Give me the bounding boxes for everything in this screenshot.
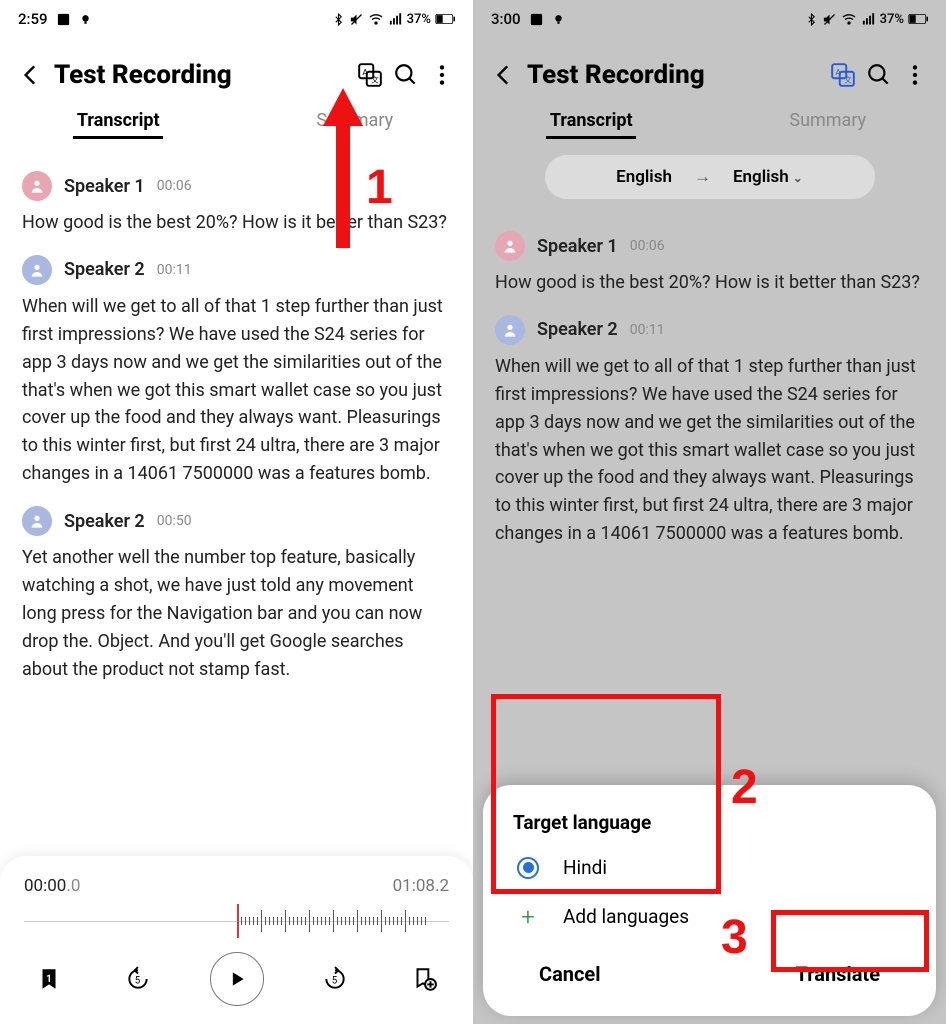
status-bar: 2:59 37% xyxy=(0,0,473,38)
speaker-name: Speaker 2 xyxy=(64,511,145,532)
status-bar: 3:00 37% xyxy=(473,0,946,38)
speaker-name: Speaker 1 xyxy=(537,236,618,257)
timestamp: 00:11 xyxy=(157,262,192,278)
total-time: 01:08.2 xyxy=(393,876,449,896)
svg-text:A: A xyxy=(362,68,368,78)
speaker-name: Speaker 1 xyxy=(64,176,145,197)
back-icon[interactable] xyxy=(491,62,517,88)
speaker-name: Speaker 2 xyxy=(64,259,145,280)
utterance: How good is the best 20%? How is it bett… xyxy=(495,269,924,297)
signal-icon xyxy=(861,12,876,27)
bookmark-count: 1 xyxy=(32,974,66,985)
chevron-down-icon: ⌄ xyxy=(793,171,803,185)
transcript-content: Speaker 1 00:06 How good is the best 20%… xyxy=(473,209,946,548)
left-screenshot: 2:59 37% Test Recording A文 Transcript Su… xyxy=(0,0,473,1024)
player-bar: 00:00.0 01:08.2 1 5 5 xyxy=(0,856,473,1024)
add-bookmark-button[interactable] xyxy=(407,962,441,996)
back-icon[interactable] xyxy=(18,62,44,88)
rewind-button[interactable]: 5 xyxy=(121,962,155,996)
timestamp: 00:06 xyxy=(157,178,192,194)
tab-transcript[interactable]: Transcript xyxy=(0,104,237,141)
svg-text:5: 5 xyxy=(135,975,141,986)
tabs: Transcript Summary xyxy=(0,100,473,149)
waveform[interactable] xyxy=(24,904,449,938)
translate-icon[interactable]: A文 xyxy=(830,62,856,88)
status-time: 3:00 xyxy=(491,10,521,28)
avatar xyxy=(495,231,525,261)
timestamp: 00:06 xyxy=(630,238,665,254)
app-header: Test Recording A文 xyxy=(473,38,946,100)
status-time: 2:59 xyxy=(18,10,48,28)
add-languages-label: Add languages xyxy=(563,905,689,928)
gallery-icon xyxy=(529,12,544,27)
svg-text:文: 文 xyxy=(371,75,379,85)
transcript-content: Speaker 1 00:06 How good is the best 20%… xyxy=(0,149,473,684)
gallery-icon xyxy=(56,12,71,27)
bookmark-button[interactable]: 1 xyxy=(32,962,66,996)
mute-icon xyxy=(822,12,837,27)
cancel-button[interactable]: Cancel xyxy=(527,954,613,994)
svg-text:5: 5 xyxy=(332,975,338,986)
signal-icon xyxy=(388,12,403,27)
sheet-title: Target language xyxy=(513,811,906,834)
wifi-icon xyxy=(841,11,857,27)
search-icon[interactable] xyxy=(393,62,419,88)
svg-text:A: A xyxy=(835,68,841,78)
app-header: Test Recording A文 xyxy=(0,38,473,100)
bluetooth-icon xyxy=(805,13,818,26)
search-icon[interactable] xyxy=(866,62,892,88)
entry: Speaker 2 00:11 When will we get to all … xyxy=(495,315,924,548)
battery-icon xyxy=(435,13,455,25)
wifi-icon xyxy=(368,11,384,27)
utterance: When will we get to all of that 1 step f… xyxy=(22,293,451,488)
plus-icon: + xyxy=(517,906,539,928)
language-option-hindi[interactable]: Hindi xyxy=(513,856,906,879)
tab-transcript[interactable]: Transcript xyxy=(473,104,710,141)
translate-button[interactable]: Translate xyxy=(784,954,892,994)
battery-pct: 37% xyxy=(407,12,431,27)
radio-selected-icon xyxy=(517,857,539,879)
entry: Speaker 1 00:06 How good is the best 20%… xyxy=(22,171,451,237)
language-selector[interactable]: English → English⌄ xyxy=(545,155,875,199)
target-language-sheet: Target language Hindi + Add languages Ca… xyxy=(483,785,936,1016)
bulb-icon xyxy=(552,13,565,26)
bulb-icon xyxy=(79,13,92,26)
play-button[interactable] xyxy=(210,952,264,1006)
avatar xyxy=(22,255,52,285)
playhead-cursor[interactable] xyxy=(237,904,239,938)
avatar xyxy=(22,506,52,536)
add-languages-row[interactable]: + Add languages xyxy=(513,905,906,928)
bluetooth-icon xyxy=(332,13,345,26)
target-lang[interactable]: English⌄ xyxy=(733,167,803,187)
avatar xyxy=(22,171,52,201)
source-lang[interactable]: English xyxy=(616,167,672,187)
more-icon[interactable] xyxy=(429,62,455,88)
arrow-icon: → xyxy=(694,167,711,187)
entry: Speaker 2 00:50 Yet another well the num… xyxy=(22,506,451,683)
timestamp: 00:11 xyxy=(630,322,665,338)
translate-icon[interactable]: A文 xyxy=(357,62,383,88)
tabs: Transcript Summary xyxy=(473,100,946,149)
page-title: Test Recording xyxy=(527,60,705,90)
speaker-name: Speaker 2 xyxy=(537,319,618,340)
battery-pct: 37% xyxy=(880,12,904,27)
more-icon[interactable] xyxy=(902,62,928,88)
entry: Speaker 1 00:06 How good is the best 20%… xyxy=(495,231,924,297)
tab-summary[interactable]: Summary xyxy=(710,104,946,141)
right-screenshot: 3:00 37% Test Recording A文 Transcript Su… xyxy=(473,0,946,1024)
mute-icon xyxy=(349,12,364,27)
utterance: Yet another well the number top feature,… xyxy=(22,544,451,683)
language-option-label: Hindi xyxy=(563,856,607,879)
battery-icon xyxy=(908,13,928,25)
current-time: 00:00.0 xyxy=(24,876,80,896)
forward-button[interactable]: 5 xyxy=(318,962,352,996)
avatar xyxy=(495,315,525,345)
tab-summary[interactable]: Summary xyxy=(237,104,474,141)
utterance: When will we get to all of that 1 step f… xyxy=(495,353,924,548)
entry: Speaker 2 00:11 When will we get to all … xyxy=(22,255,451,488)
utterance: How good is the best 20%? How is it bett… xyxy=(22,209,451,237)
page-title: Test Recording xyxy=(54,60,232,90)
timestamp: 00:50 xyxy=(157,513,192,529)
svg-text:文: 文 xyxy=(844,75,852,85)
